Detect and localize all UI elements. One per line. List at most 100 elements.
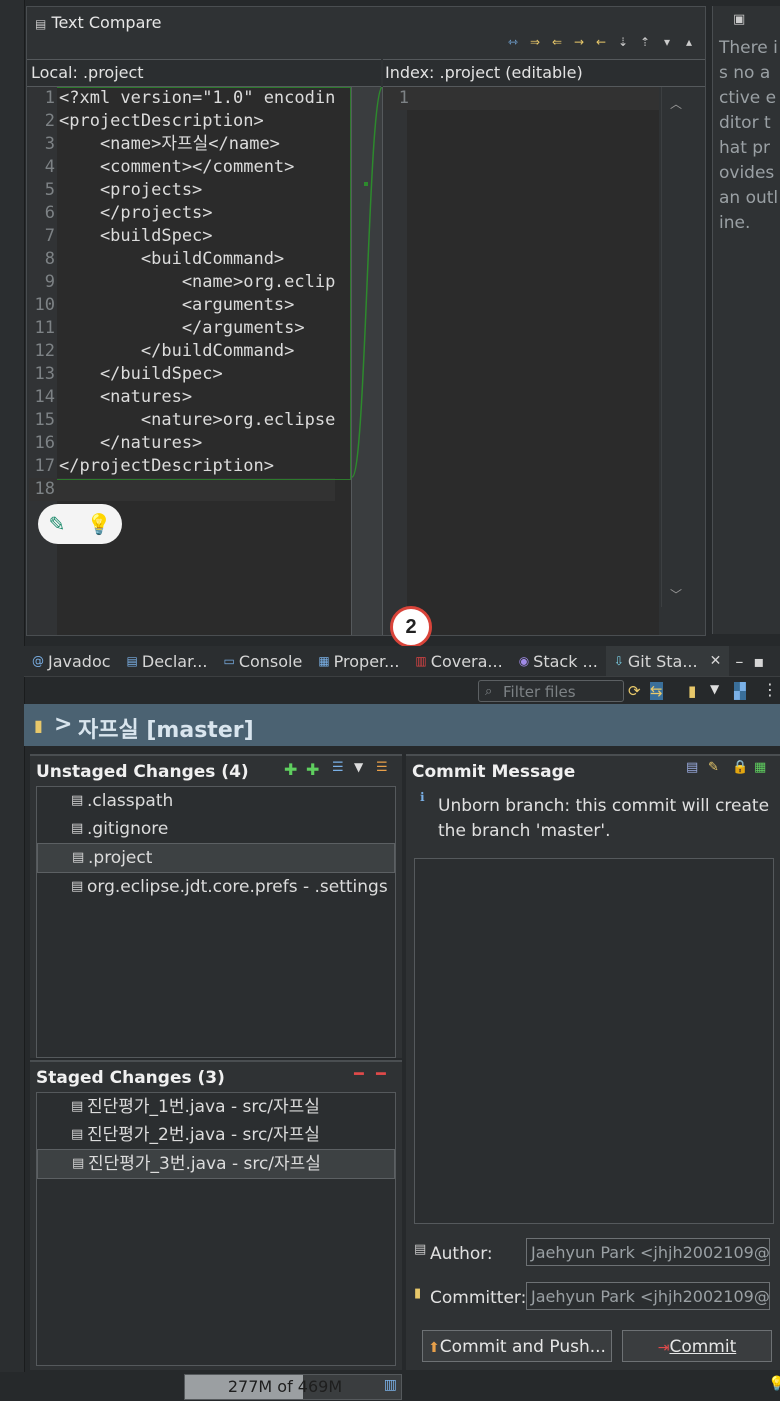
layout-icon[interactable]: ▞ — [734, 682, 746, 700]
repository-icon[interactable]: ▮ — [688, 682, 696, 700]
add-all-icon[interactable]: ✚ — [306, 760, 319, 779]
author-icon: ▤ — [414, 1242, 427, 1257]
list-item[interactable]: ▤ 진단평가_1번.java - src/자프실 — [37, 1093, 395, 1121]
staged-list: ▤ 진단평가_1번.java - src/자프실 ▤ 진단평가_2번.java - … — [36, 1092, 396, 1366]
list-item[interactable]: ▤ .gitignore — [37, 815, 395, 843]
refresh-icon[interactable]: ⟳ — [628, 682, 641, 700]
left-side-strip — [0, 0, 25, 1401]
author-label: Author: — [430, 1244, 493, 1264]
author-field[interactable]: Jaehyun Park <jhjh2002109@ — [526, 1238, 770, 1266]
ai-assist-bubble[interactable]: ✎ 💡 — [38, 504, 122, 544]
commit-message-section: Commit Message ▤ ✎ 🔒 ▦ ℹ Unborn branch: … — [406, 754, 780, 1370]
dropdown-icon[interactable]: ▼ — [710, 682, 719, 696]
unstaged-changes-section: Unstaged Changes (4) ✚ ✚ ☰ ▼ ☰ ▤ .classpa… — [30, 754, 402, 1058]
tab-git-staging[interactable]: ⇩ Git Sta... ✕ — [605, 646, 730, 676]
staged-changes-section: Staged Changes (3) ━ ━ ▤ 진단평가_1번.java - s… — [30, 1060, 402, 1370]
status-bar: 277M of 469M ▥ 💡 — [0, 1372, 780, 1401]
lock-icon[interactable]: 🔒 — [732, 760, 748, 775]
sparkle-pencil-icon[interactable]: ✎ — [49, 512, 66, 536]
unstaged-list: ▤ .classpath ▤ .gitignore ▤ .project ▤ org.e… — [36, 786, 396, 1058]
chevron-right-icon: > — [54, 712, 73, 737]
link-selection-icon[interactable]: ⇆ — [650, 682, 663, 700]
list-item[interactable]: ▤ .classpath — [37, 787, 395, 815]
list-item[interactable]: ▤ 진단평가_2번.java - src/자프실 — [37, 1121, 395, 1149]
tree-view-icon[interactable]: ☰ — [332, 760, 344, 775]
line-number: 3 — [44, 134, 55, 154]
vertical-scrollbar[interactable]: ︿ ﹀ — [661, 87, 692, 607]
declaration-icon: ▤ — [126, 654, 138, 668]
tab-declaration[interactable]: ▤ Declar... — [119, 646, 216, 676]
file-added-icon: ▤ — [71, 1127, 84, 1142]
tab-coverage[interactable]: ▥ Covera... — [407, 646, 510, 676]
annotation-badge: 2 — [390, 606, 432, 648]
previous-difference-icon[interactable]: ⇡ — [637, 35, 653, 49]
line-number: 11 — [34, 318, 55, 338]
heap-status[interactable]: 277M of 469M ▥ — [184, 1374, 402, 1400]
lightbulb-icon[interactable]: 💡 — [87, 512, 112, 536]
right-pane-header: Index: .project (editable) — [383, 59, 705, 87]
dropdown-icon[interactable]: ▼ — [354, 760, 363, 774]
line-number: 13 — [34, 364, 55, 384]
filter-files-input[interactable]: ⌕ Filter files — [478, 680, 624, 702]
next-difference-icon[interactable]: ⇣ — [615, 35, 631, 49]
add-to-index-icon[interactable]: ✚ — [284, 760, 297, 779]
tab-console[interactable]: ▭ Console — [215, 646, 310, 676]
center-header — [351, 59, 381, 87]
line-number: 17 — [34, 456, 55, 476]
diff-highlight — [57, 87, 351, 480]
line-number: 4 — [44, 157, 55, 177]
commit-and-push-button[interactable]: ⬆Commit and Push... — [422, 1330, 612, 1362]
right-code-pane[interactable]: 1 — [383, 87, 659, 635]
at-icon: @ — [32, 654, 44, 668]
remove-from-index-icon[interactable]: ━ — [354, 1064, 364, 1083]
view-menu-icon[interactable]: ⋮ — [762, 680, 778, 699]
right-gutter — [383, 87, 407, 635]
committer-field[interactable]: Jaehyun Park <jhjh2002109@ — [526, 1282, 770, 1310]
commit-message-input[interactable] — [414, 858, 774, 1224]
copy-all-right-icon[interactable]: ⇒ — [527, 35, 543, 49]
line-number: 16 — [34, 433, 55, 453]
list-item-selected[interactable]: ▤ .project — [37, 843, 395, 873]
left-code-pane[interactable]: 1 <?xml version="1.0" encodin 2 <projectDes… — [29, 87, 351, 635]
tip-icon[interactable]: 💡 — [768, 1376, 780, 1392]
file-icon: ▤ — [71, 793, 84, 808]
line-number: 6 — [44, 203, 55, 223]
sync-icon[interactable]: ⇿ — [505, 35, 521, 49]
search-icon: ⌕ — [485, 684, 493, 699]
scroll-down-icon[interactable]: ﹀ — [670, 586, 682, 603]
amend-icon[interactable]: ✎ — [708, 760, 719, 775]
outline-icon: ▣ — [733, 12, 746, 27]
commit-button[interactable]: ⇥Commit — [622, 1330, 772, 1362]
line-number: 18 — [34, 479, 55, 499]
signed-off-icon[interactable]: ▤ — [686, 760, 698, 775]
text-compare-editor: ▤ Text Compare ⇿ ⇒ ⇐ → ← ⇣ ⇡ ▾ ▴ Local: … — [26, 6, 706, 636]
commit-icon: ⇥ — [657, 1340, 670, 1356]
list-item-selected[interactable]: ▤ 진단평가_3번.java - src/자프실 — [37, 1149, 395, 1179]
previous-change-icon[interactable]: ▴ — [681, 35, 697, 49]
tab-stack[interactable]: ◉ Stack ... — [511, 646, 606, 676]
copy-right-icon[interactable]: → — [571, 35, 587, 49]
line-number: 12 — [34, 341, 55, 361]
code-line: 18 — [29, 478, 336, 501]
garbage-collect-icon[interactable]: ▥ — [384, 1377, 397, 1393]
remove-all-icon[interactable]: ━ — [376, 1064, 386, 1083]
unstaged-title: Unstaged Changes (4) — [36, 762, 249, 782]
file-icon: ▤ — [71, 821, 84, 836]
git-staging-icon: ⇩ — [613, 654, 624, 668]
sort-icon[interactable]: ☰ — [376, 760, 388, 775]
copy-left-icon[interactable]: ← — [593, 35, 609, 49]
list-item[interactable]: ▤ org.eclipse.jdt.core.prefs - .settings — [37, 873, 395, 901]
tab-javadoc[interactable]: @ Javadoc — [24, 646, 119, 676]
minimize-view-button[interactable]: – — [729, 646, 749, 676]
compare-title: ▤ Text Compare — [35, 13, 162, 32]
tab-properties[interactable]: ▦ Proper... — [310, 646, 407, 676]
maximize-view-button[interactable]: ▪ — [749, 646, 768, 676]
scroll-up-icon[interactable]: ︿ — [670, 95, 682, 112]
change-id-icon[interactable]: ▦ — [754, 760, 766, 775]
coverage-icon: ▥ — [415, 654, 427, 668]
copy-all-left-icon[interactable]: ⇐ — [549, 35, 565, 49]
info-icon: ℹ — [420, 790, 425, 804]
properties-icon: ▦ — [318, 654, 330, 668]
close-tab-icon[interactable]: ✕ — [710, 653, 722, 669]
next-change-icon[interactable]: ▾ — [659, 35, 675, 49]
